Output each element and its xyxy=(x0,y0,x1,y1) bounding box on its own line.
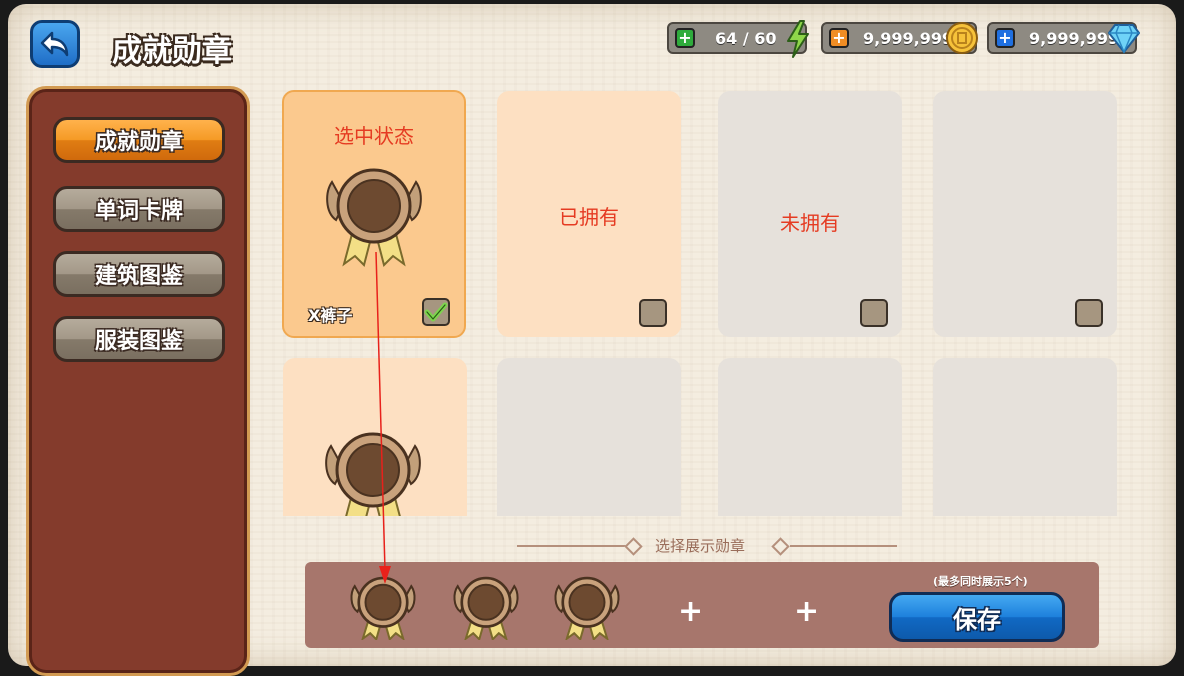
medal-card-not-owned[interactable] xyxy=(933,91,1117,337)
display-slot-medal-icon[interactable] xyxy=(451,574,521,640)
medal-name: X裤子 xyxy=(308,306,353,325)
add-energy-button[interactable]: + xyxy=(675,28,695,48)
not-owned-checkbox[interactable] xyxy=(860,299,888,327)
medal-card-not-owned[interactable] xyxy=(933,358,1117,516)
medal-card-not-owned[interactable]: 未拥有 xyxy=(718,91,902,337)
energy-counter: + 64 / 60 xyxy=(667,20,809,58)
energy-value: 64 / 60 xyxy=(715,29,777,48)
page-title: 成就勋章 xyxy=(112,34,232,69)
gem-value: 9,999,999 xyxy=(1029,29,1120,48)
coin-icon xyxy=(946,22,978,54)
medal-card-owned[interactable]: 已拥有 xyxy=(497,91,681,337)
selected-checkbox[interactable] xyxy=(422,298,450,326)
empty-slot-plus-icon[interactable]: + xyxy=(794,594,819,629)
section-title: 选择展示勋章 xyxy=(655,537,746,555)
back-arrow-icon xyxy=(40,31,69,57)
display-slot-medal-icon[interactable] xyxy=(552,574,622,640)
empty-slot-plus-icon[interactable]: + xyxy=(678,594,703,629)
medal-icon xyxy=(326,168,422,267)
divider-line-left xyxy=(517,545,627,547)
medal-card-selected[interactable]: 选中状态 X裤子 xyxy=(282,90,466,338)
sidebar-item-building-atlas[interactable]: 建筑图鉴 xyxy=(53,251,225,297)
sidebar-item-word-cards[interactable]: 单词卡牌 xyxy=(53,186,225,232)
coin-value: 9,999,999 xyxy=(863,29,954,48)
not-owned-checkbox[interactable] xyxy=(1075,299,1103,327)
display-limit-hint: (最多同时展示5个) xyxy=(933,575,1028,588)
selected-state-label: 选中状态 xyxy=(334,124,414,148)
add-coins-button[interactable]: + xyxy=(829,28,849,48)
medal-card-owned[interactable] xyxy=(283,358,467,516)
add-gems-button[interactable]: + xyxy=(995,28,1015,48)
sidebar-item-costume-atlas[interactable]: 服装图鉴 xyxy=(53,316,225,362)
owned-state-label: 已拥有 xyxy=(559,205,619,229)
medal-icon xyxy=(325,432,421,516)
medal-card-not-owned[interactable] xyxy=(718,358,902,516)
sidebar-item-achievement-medals[interactable]: 成就勋章 xyxy=(53,117,225,163)
medal-grid: 选中状态 X裤子 已拥有 未拥有 xyxy=(270,86,1140,516)
sidebar: 成就勋章 单词卡牌 建筑图鉴 服装图鉴 xyxy=(26,86,250,676)
gem-counter: + 9,999,999 xyxy=(987,22,1140,54)
medal-card-not-owned[interactable] xyxy=(497,358,681,516)
save-button[interactable]: 保存 xyxy=(889,592,1065,642)
not-owned-state-label: 未拥有 xyxy=(780,211,840,235)
check-icon xyxy=(424,302,448,322)
owned-checkbox[interactable] xyxy=(639,299,667,327)
lightning-icon xyxy=(787,20,809,58)
coin-counter: + 9,999,999 xyxy=(821,22,978,54)
divider-line-right xyxy=(790,545,897,547)
diamond-icon xyxy=(1108,24,1140,54)
display-slot-medal-icon[interactable] xyxy=(348,574,418,640)
back-button[interactable] xyxy=(30,20,80,68)
